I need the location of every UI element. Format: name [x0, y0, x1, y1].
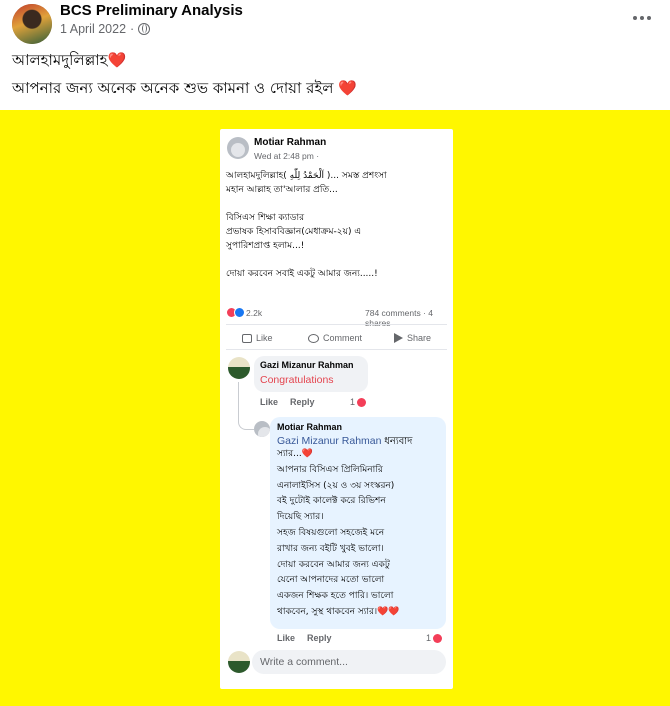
post-line-1: আলহামদুলিল্লাহ❤️ — [12, 51, 127, 69]
share-action: Share — [394, 333, 431, 343]
comment-icon — [308, 333, 319, 343]
heart-emoji: ❤️ — [107, 51, 127, 69]
comment-action: Comment — [308, 333, 362, 343]
like-icon — [242, 333, 252, 343]
reply-reaction-count: 1 — [426, 633, 443, 643]
comments-shares: 784 comments · 4 shares — [365, 308, 434, 328]
write-comment-box: Write a comment... — [252, 650, 446, 674]
comment-text: Congratulations — [260, 374, 334, 386]
post-meta: 1 April 2022 · — [60, 22, 151, 36]
reply-actions: Like Reply — [277, 633, 332, 643]
divider — [226, 349, 447, 350]
author-name: Motiar Rahman — [254, 137, 327, 148]
reply-author: Motiar Rahman — [277, 422, 343, 432]
reply-mention: Gazi Mizanur Rahman — [277, 435, 382, 447]
viewer-avatar — [228, 651, 250, 673]
reaction-icons — [226, 307, 245, 318]
reply-text: স্যার...❤️ আপনার বিসিএস প্রিলিমিনারি এনা… — [277, 449, 400, 617]
heart-emoji: ❤️ — [338, 79, 357, 97]
comment-reaction-count: 1 — [350, 397, 367, 407]
post-header: BCS Preliminary Analysis 1 April 2022 · … — [0, 0, 670, 110]
post-text: আলহামদুলিল্লাহ❤️ আপনার জন্য অনেক অনেক শু… — [12, 46, 357, 102]
post-date[interactable]: 1 April 2022 — [60, 22, 126, 36]
embedded-screenshot: Motiar Rahman Wed at 2:48 pm · আলহামদুলি… — [220, 129, 453, 689]
commenter-avatar — [228, 357, 250, 379]
reaction-count: 2.2k — [246, 308, 263, 318]
comment-actions: Like Reply — [260, 397, 315, 407]
like-action: Like — [242, 333, 273, 343]
share-icon — [394, 333, 403, 343]
more-options-button[interactable] — [628, 8, 656, 28]
reply-author-avatar — [254, 421, 270, 437]
page-avatar[interactable] — [12, 4, 52, 44]
author-time: Wed at 2:48 pm · — [254, 151, 320, 161]
post-line-2: আপনার জন্য অনেক অনেক শুভ কামনা ও দোয়া র… — [12, 79, 357, 97]
love-reaction-icon — [357, 397, 367, 407]
thread-line — [238, 382, 254, 430]
meta-separator: · — [130, 22, 135, 36]
globe-icon — [138, 23, 151, 35]
author-avatar — [227, 137, 249, 159]
love-reaction-icon — [433, 633, 443, 643]
post-photo[interactable]: Motiar Rahman Wed at 2:48 pm · আলহামদুলি… — [0, 110, 670, 706]
page-name[interactable]: BCS Preliminary Analysis — [60, 2, 243, 19]
comment-author: Gazi Mizanur Rahman — [260, 360, 354, 370]
divider — [226, 324, 447, 325]
screenshot-post-body: আলহামদুলিল্লাহ( اَلْحَمْدُ لِلّٰهِ )... … — [226, 171, 387, 279]
